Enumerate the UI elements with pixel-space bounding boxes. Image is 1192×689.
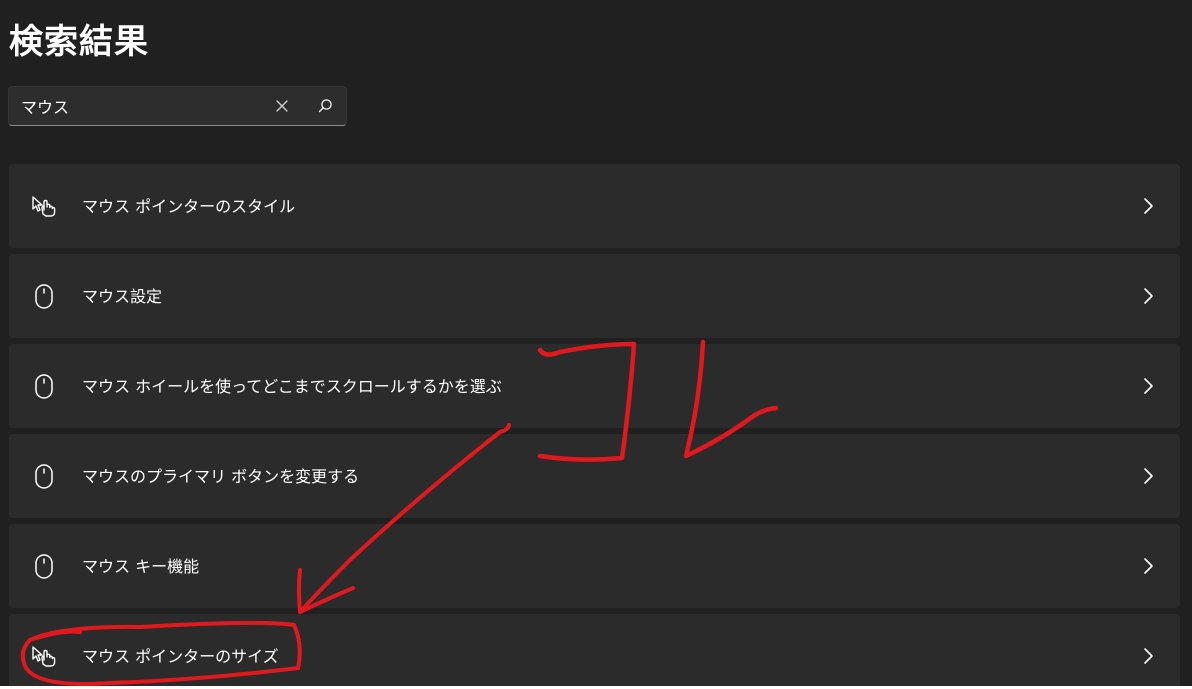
result-label: マウス ポインターのサイズ bbox=[82, 647, 279, 666]
mouse-icon bbox=[30, 552, 58, 580]
chevron-right-icon bbox=[1138, 376, 1158, 396]
result-mouse-keys[interactable]: マウス キー機能 bbox=[9, 524, 1180, 608]
chevron-right-icon bbox=[1138, 646, 1158, 666]
close-icon[interactable] bbox=[271, 95, 293, 117]
settings-search-page: 検索結果 マウス ポインターのスタイル bbox=[0, 0, 1192, 689]
search-input[interactable] bbox=[21, 87, 261, 125]
pointer-hand-icon bbox=[30, 642, 58, 670]
pointer-hand-icon bbox=[30, 192, 58, 220]
result-pointer-style[interactable]: マウス ポインターのスタイル bbox=[9, 164, 1180, 248]
search-box[interactable] bbox=[8, 86, 347, 126]
chevron-right-icon bbox=[1138, 556, 1158, 576]
chevron-right-icon bbox=[1138, 466, 1158, 486]
result-primary-button[interactable]: マウスのプライマリ ボタンを変更する bbox=[9, 434, 1180, 518]
mouse-icon bbox=[30, 462, 58, 490]
search-icon[interactable] bbox=[314, 95, 336, 117]
results-list: マウス ポインターのスタイル マウス設定 マウス ホイールを使ってどこまでスクロ… bbox=[9, 164, 1180, 689]
chevron-right-icon bbox=[1138, 286, 1158, 306]
result-label: マウス設定 bbox=[82, 287, 163, 306]
result-label: マウス キー機能 bbox=[82, 557, 200, 576]
result-pointer-size[interactable]: マウス ポインターのサイズ bbox=[9, 614, 1180, 689]
result-mouse-wheel-scroll[interactable]: マウス ホイールを使ってどこまでスクロールするかを選ぶ bbox=[9, 344, 1180, 428]
result-mouse-settings[interactable]: マウス設定 bbox=[9, 254, 1180, 338]
result-label: マウス ポインターのスタイル bbox=[82, 197, 296, 216]
chevron-right-icon bbox=[1138, 196, 1158, 216]
mouse-icon bbox=[30, 282, 58, 310]
page-title: 検索結果 bbox=[9, 22, 149, 62]
mouse-icon bbox=[30, 372, 58, 400]
result-label: マウスのプライマリ ボタンを変更する bbox=[82, 467, 360, 486]
result-label: マウス ホイールを使ってどこまでスクロールするかを選ぶ bbox=[82, 377, 502, 396]
